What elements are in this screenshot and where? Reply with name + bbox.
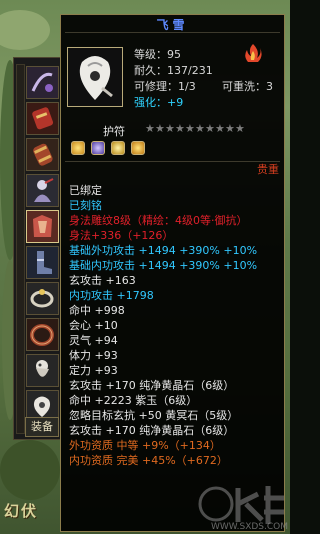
- item-level: 等级：95: [134, 48, 181, 61]
- attribute-line: 内功资质 完美 +45%（+672）: [69, 454, 228, 467]
- charm-star-icon: ★: [175, 122, 185, 135]
- attribute-list: 已绑定已刻铭身法雕纹8级（精绘：4级0等·御抗） 身法+336（+126） 基础外功…: [69, 183, 282, 468]
- equipment-strip: [13, 57, 61, 440]
- attribute-line: 内功攻击 +1798: [69, 289, 154, 302]
- charm-star-icon: ★: [145, 122, 155, 135]
- charm-star-rating: ★★★★★★★★★★: [145, 122, 245, 136]
- slot-bracer-item[interactable]: [26, 138, 59, 171]
- attribute-line: 体力 +93: [69, 349, 118, 362]
- item-enhance-level: 强化：+9: [134, 96, 184, 109]
- scene-foliage: [0, 10, 50, 50]
- bracer-icon: [27, 139, 58, 170]
- item-tooltip: 飞雪 等级：95 耐久：137/231 可修理：1/3 可重洗：3 强化：+9 …: [60, 14, 285, 532]
- yellow-gem-icon[interactable]: [71, 141, 85, 155]
- attribute-line: 灵气 +94: [69, 334, 118, 347]
- attribute-line: 外功资质 中等 +9%（+134）: [69, 439, 221, 452]
- purple-gem-icon[interactable]: [91, 141, 105, 155]
- charm-star-icon: ★: [215, 122, 225, 135]
- slot-armor-item-selected[interactable]: [26, 210, 59, 243]
- item-portrait: [67, 47, 123, 107]
- yellow-gem-icon[interactable]: [111, 141, 125, 155]
- scene-foliage: [0, 440, 60, 500]
- charm-star-icon: ★: [235, 122, 245, 135]
- watermark-text: WWW.SXDS.COM: [210, 522, 288, 532]
- attribute-line: 命中 +998: [69, 304, 125, 317]
- attribute-line: 玄攻击 +170 纯净黄晶石（6级）: [69, 379, 235, 392]
- attribute-line: 基础内功攻击 +1494 +390% +10%: [69, 259, 258, 272]
- attribute-line: 玄攻击 +163: [69, 274, 136, 287]
- charm-star-icon: ★: [195, 122, 205, 135]
- attribute-line: 已刻铭: [69, 199, 102, 212]
- attribute-line: 定力 +93: [69, 364, 118, 377]
- charm-star-icon: ★: [185, 122, 195, 135]
- bracelet-icon: [27, 319, 58, 350]
- attribute-line: 玄攻击 +170 纯净黄晶石（6级）: [69, 424, 235, 437]
- attribute-line: 已绑定: [69, 184, 102, 197]
- boots-icon: [27, 247, 58, 278]
- charm-star-icon: ★: [225, 122, 235, 135]
- flame-rank-icon: [245, 44, 262, 62]
- slot-pendant-item[interactable]: [26, 354, 59, 387]
- bow-icon: [27, 67, 58, 98]
- attribute-line: 身法+336（+126）: [69, 229, 174, 242]
- attribute-line: 会心 +10: [69, 319, 118, 332]
- attribute-line: 忽略目标玄抗 +50 黄冥石（5级）: [69, 409, 239, 422]
- strip-scrollbar[interactable]: [16, 64, 25, 434]
- slot-ring-item[interactable]: [26, 282, 59, 315]
- precious-tag: 贵重: [257, 163, 279, 176]
- attribute-line: 命中 +2223 紫玉（6级）: [69, 394, 198, 407]
- item-durability: 耐久：137/231: [134, 64, 213, 77]
- slot-boots-item[interactable]: [26, 246, 59, 279]
- ring-icon: [27, 283, 58, 314]
- item-name-title: 飞雪: [156, 18, 189, 32]
- charm-label: 护符: [103, 125, 125, 138]
- slot-scroll-item[interactable]: [26, 102, 59, 135]
- attribute-line: 身法雕纹8级（精绘：4级0等·御抗）: [69, 214, 248, 227]
- item-repairable: 可修理：1/3: [134, 80, 196, 93]
- slot-bow-item[interactable]: [26, 66, 59, 99]
- charm-star-icon: ★: [165, 122, 175, 135]
- slot-bracelet-item[interactable]: [26, 318, 59, 351]
- attribute-line: 基础外功攻击 +1494 +390% +10%: [69, 244, 258, 257]
- equipment-tab[interactable]: 装备: [25, 417, 59, 437]
- item-rewashable: 可重洗：3: [222, 80, 273, 93]
- scroll-icon: [27, 103, 58, 134]
- armor-icon: [27, 211, 58, 242]
- title-divider: [65, 32, 280, 33]
- figure-icon: [27, 175, 58, 206]
- charm-portrait-icon: [68, 48, 122, 106]
- charm-star-icon: ★: [155, 122, 165, 135]
- charm-star-icon: ★: [205, 122, 215, 135]
- pendant-icon: [27, 355, 58, 386]
- yellow-gem-icon[interactable]: [131, 141, 145, 155]
- slot-figure-item[interactable]: [26, 174, 59, 207]
